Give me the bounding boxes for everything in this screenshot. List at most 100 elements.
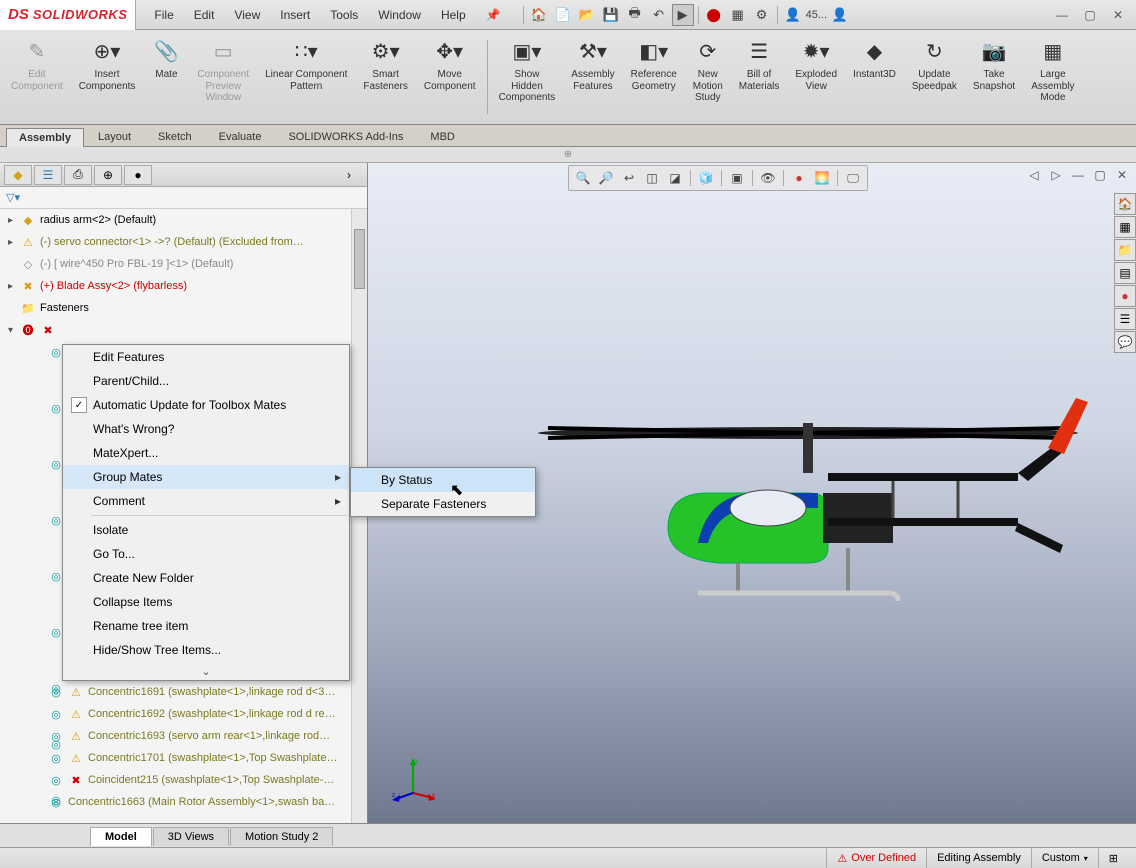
ctx-collapse-items[interactable]: Collapse Items (63, 590, 349, 614)
ctx-create-new-folder[interactable]: Create New Folder (63, 566, 349, 590)
ribbon-reference[interactable]: ◧▾ReferenceGeometry (624, 34, 684, 120)
dock-forum-icon[interactable]: 💬 (1114, 331, 1136, 353)
ctx-matexpert[interactable]: MateXpert... (63, 441, 349, 465)
tab-assembly[interactable]: Assembly (6, 128, 84, 147)
maximize-icon[interactable]: ▢ (1076, 5, 1104, 25)
tree-row-mate-hidden[interactable]: ◎ (0, 453, 68, 475)
ctx-parent-child[interactable]: Parent/Child... (63, 369, 349, 393)
ctx-edit-features[interactable]: Edit Features (63, 345, 349, 369)
tree-row[interactable]: ▸✖(+) Blade Assy<2> (flybarless) (0, 275, 367, 297)
dock-home-icon[interactable]: 🏠 (1114, 193, 1136, 215)
vp-max-icon[interactable]: ▢ (1092, 167, 1108, 183)
status-over-defined[interactable]: ⚠Over Defined (826, 848, 926, 868)
section-icon[interactable]: ◫ (642, 168, 662, 188)
fm-tab-display-icon[interactable]: ● (124, 165, 152, 185)
ribbon-bill-of[interactable]: ☰Bill ofMaterials (732, 34, 787, 120)
menu-file[interactable]: File (144, 8, 183, 22)
tab-sketch[interactable]: Sketch (145, 127, 205, 146)
vp-back-icon[interactable]: ◁ (1026, 167, 1042, 183)
zoom-area-icon[interactable]: 🔎 (596, 168, 616, 188)
rebuild-icon[interactable]: ⬤ (703, 4, 725, 26)
tree-row-mate[interactable]: ◎✖Coincident215 (swashplate<1>,Top Swash… (0, 769, 367, 791)
tree-row-mate-hidden[interactable]: ◎ (0, 509, 68, 531)
tab-mbd[interactable]: MBD (417, 127, 467, 146)
user-icon[interactable]: 👤 (829, 4, 851, 26)
tree-row-mate-hidden[interactable]: ◎ (0, 341, 68, 363)
fm-tab-config-icon[interactable]: ⎙ (64, 165, 92, 185)
ribbon-large[interactable]: ▦LargeAssemblyMode (1024, 34, 1081, 120)
open-icon[interactable]: 📂 (576, 4, 598, 26)
dyn-section-icon[interactable]: ◪ (665, 168, 685, 188)
pin-icon[interactable]: 📌 (476, 8, 511, 22)
dock-file-explorer-icon[interactable]: 📁 (1114, 239, 1136, 261)
view-orient-icon[interactable]: 🧊 (696, 168, 716, 188)
tree-row[interactable]: ◇(-) [ wire^450 Pro FBL-19 ]<1> (Default… (0, 253, 367, 275)
ribbon-new[interactable]: ⟳NewMotionStudy (686, 34, 730, 120)
subctx-separate-fasteners[interactable]: Separate Fasteners (351, 492, 535, 516)
menu-help[interactable]: Help (431, 8, 476, 22)
ribbon-show[interactable]: ▣▾ShowHiddenComponents (492, 34, 563, 120)
ctx-go-to[interactable]: Go To... (63, 542, 349, 566)
ribbon-smart[interactable]: ⚙▾SmartFasteners (356, 34, 414, 120)
ribbon-update[interactable]: ↻UpdateSpeedpak (905, 34, 964, 120)
ribbon-mate[interactable]: 📎Mate (144, 34, 188, 120)
ribbon-assembly[interactable]: ⚒▾AssemblyFeatures (564, 34, 621, 120)
fm-tab-dimexpert-icon[interactable]: ⊕ (94, 165, 122, 185)
print-icon[interactable]: 🖶 (624, 4, 646, 26)
tab-addins[interactable]: SOLIDWORKS Add-Ins (275, 127, 416, 146)
appearance-icon[interactable]: ● (789, 168, 809, 188)
close-icon[interactable]: ✕ (1104, 5, 1132, 25)
minimize-icon[interactable]: — (1048, 5, 1076, 25)
menu-edit[interactable]: Edit (184, 8, 225, 22)
tree-row-mate-hidden[interactable]: ◎ (0, 789, 68, 811)
hide-show-icon[interactable]: 👁 (758, 168, 778, 188)
undo-icon[interactable]: ↶ (648, 4, 670, 26)
scrollbar-thumb[interactable] (354, 229, 365, 289)
save-icon[interactable]: 💾 (600, 4, 622, 26)
tab-evaluate[interactable]: Evaluate (206, 127, 275, 146)
dock-design-lib-icon[interactable]: ▦ (1114, 216, 1136, 238)
dock-appearances-icon[interactable]: ● (1114, 285, 1136, 307)
fm-tab-tree-icon[interactable]: ◆ (4, 165, 32, 185)
menu-tools[interactable]: Tools (320, 8, 368, 22)
vp-fwd-icon[interactable]: ▷ (1048, 167, 1064, 183)
tree-row[interactable]: 📁Fasteners (0, 297, 367, 319)
ctx-hide-show-tree-items[interactable]: Hide/Show Tree Items... (63, 638, 349, 662)
select-icon[interactable]: ▶ (672, 4, 694, 26)
ribbon-linear-component[interactable]: ∷▾Linear ComponentPattern (258, 34, 354, 120)
btab-model[interactable]: Model (90, 827, 152, 846)
dock-view-palette-icon[interactable]: ▤ (1114, 262, 1136, 284)
fm-panel-collapse-icon[interactable]: › (335, 165, 363, 185)
tree-row-mate-hidden[interactable]: ◎ (0, 621, 68, 643)
prev-view-icon[interactable]: ↩ (619, 168, 639, 188)
display-style-icon[interactable]: ▣ (727, 168, 747, 188)
ribbon-exploded[interactable]: ✹▾ExplodedView (788, 34, 844, 120)
ctx-comment[interactable]: Comment (63, 489, 349, 513)
tree-row-mate-hidden[interactable]: ◎ (0, 733, 68, 755)
menu-view[interactable]: View (224, 8, 270, 22)
ctx-rename-tree-item[interactable]: Rename tree item (63, 614, 349, 638)
btab-motion[interactable]: Motion Study 2 (230, 827, 333, 846)
new-icon[interactable]: 📄 (552, 4, 574, 26)
ctx-automatic-update-for-toolbox-mates[interactable]: Automatic Update for Toolbox Mates (63, 393, 349, 417)
ctx-group-mates[interactable]: Group Mates (63, 465, 349, 489)
menu-insert[interactable]: Insert (270, 8, 320, 22)
btab-3dviews[interactable]: 3D Views (153, 827, 229, 846)
home-icon[interactable]: 🏠 (528, 4, 550, 26)
ctx-expand-icon[interactable]: ⌄ (63, 662, 349, 680)
ribbon-insert[interactable]: ⊕▾InsertComponents (72, 34, 143, 120)
tree-row-mate-hidden[interactable]: ◎ (0, 565, 68, 587)
subctx-by-status[interactable]: By Status (351, 468, 535, 492)
tab-layout[interactable]: Layout (85, 127, 144, 146)
status-extras-icon[interactable]: ⊞ (1098, 848, 1128, 868)
tree-row-mate-hidden[interactable]: ◎ (0, 677, 68, 699)
tree-row-mate[interactable]: ◎⚠Concentric1692 (swashplate<1>,linkage … (0, 703, 367, 725)
status-units[interactable]: Custom ▾ (1031, 848, 1098, 868)
zoom-fit-icon[interactable]: 🔍 (573, 168, 593, 188)
fm-tab-property-icon[interactable]: ☰ (34, 165, 62, 185)
options-icon[interactable]: ▦ (727, 4, 749, 26)
ribbon-move[interactable]: ✥▾MoveComponent (417, 34, 483, 120)
ctx-what-s-wrong[interactable]: What's Wrong? (63, 417, 349, 441)
vp-min-icon[interactable]: — (1070, 167, 1086, 183)
ribbon-instant3d[interactable]: ◆Instant3D (846, 34, 903, 120)
